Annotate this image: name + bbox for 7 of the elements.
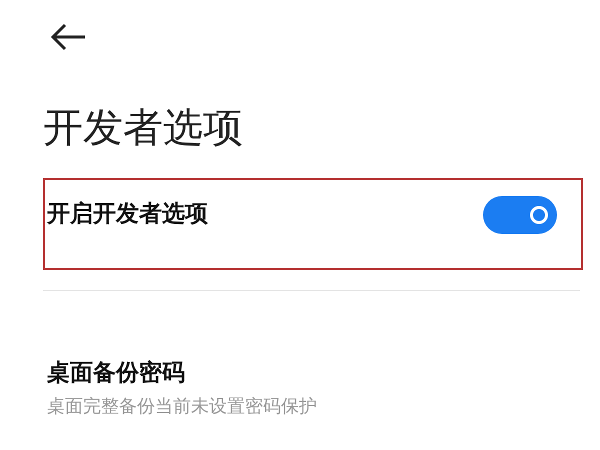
back-icon[interactable]: [49, 22, 87, 52]
highlighted-setting-row[interactable]: 开启开发者选项: [43, 178, 583, 270]
toggle-switch[interactable]: [483, 196, 557, 234]
page-title: 开发者选项: [43, 104, 244, 152]
setting-description: 桌面完整备份当前未设置密码保护: [47, 395, 317, 418]
setting-label: 开启开发者选项: [47, 200, 208, 229]
setting-label: 桌面备份密码: [47, 359, 186, 388]
